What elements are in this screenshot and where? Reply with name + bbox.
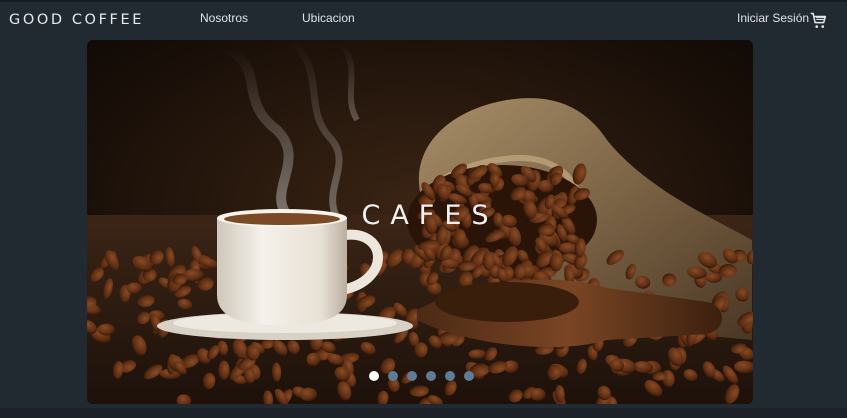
cart-icon[interactable] xyxy=(810,12,828,30)
carousel-indicator-2[interactable] xyxy=(388,371,398,381)
navbar: GOOD COFFEE Nosotros Ubicacion Iniciar S… xyxy=(0,2,847,38)
carousel-indicator-6[interactable] xyxy=(464,371,474,381)
login-link[interactable]: Iniciar Sesión xyxy=(737,11,809,25)
hero-carousel[interactable]: CAFES xyxy=(87,40,753,404)
carousel-indicator-4[interactable] xyxy=(426,371,436,381)
slide-caption: CAFES xyxy=(361,200,499,231)
carousel-indicator-5[interactable] xyxy=(445,371,455,381)
nav-link-nosotros[interactable]: Nosotros xyxy=(200,11,248,25)
brand-logo[interactable]: GOOD COFFEE xyxy=(9,12,144,28)
carousel-indicator-3[interactable] xyxy=(407,371,417,381)
carousel-indicators xyxy=(87,371,753,383)
nav-link-ubicacion[interactable]: Ubicacion xyxy=(302,11,355,25)
page-bottom-edge xyxy=(0,408,847,418)
carousel-indicator-1[interactable] xyxy=(369,371,379,381)
